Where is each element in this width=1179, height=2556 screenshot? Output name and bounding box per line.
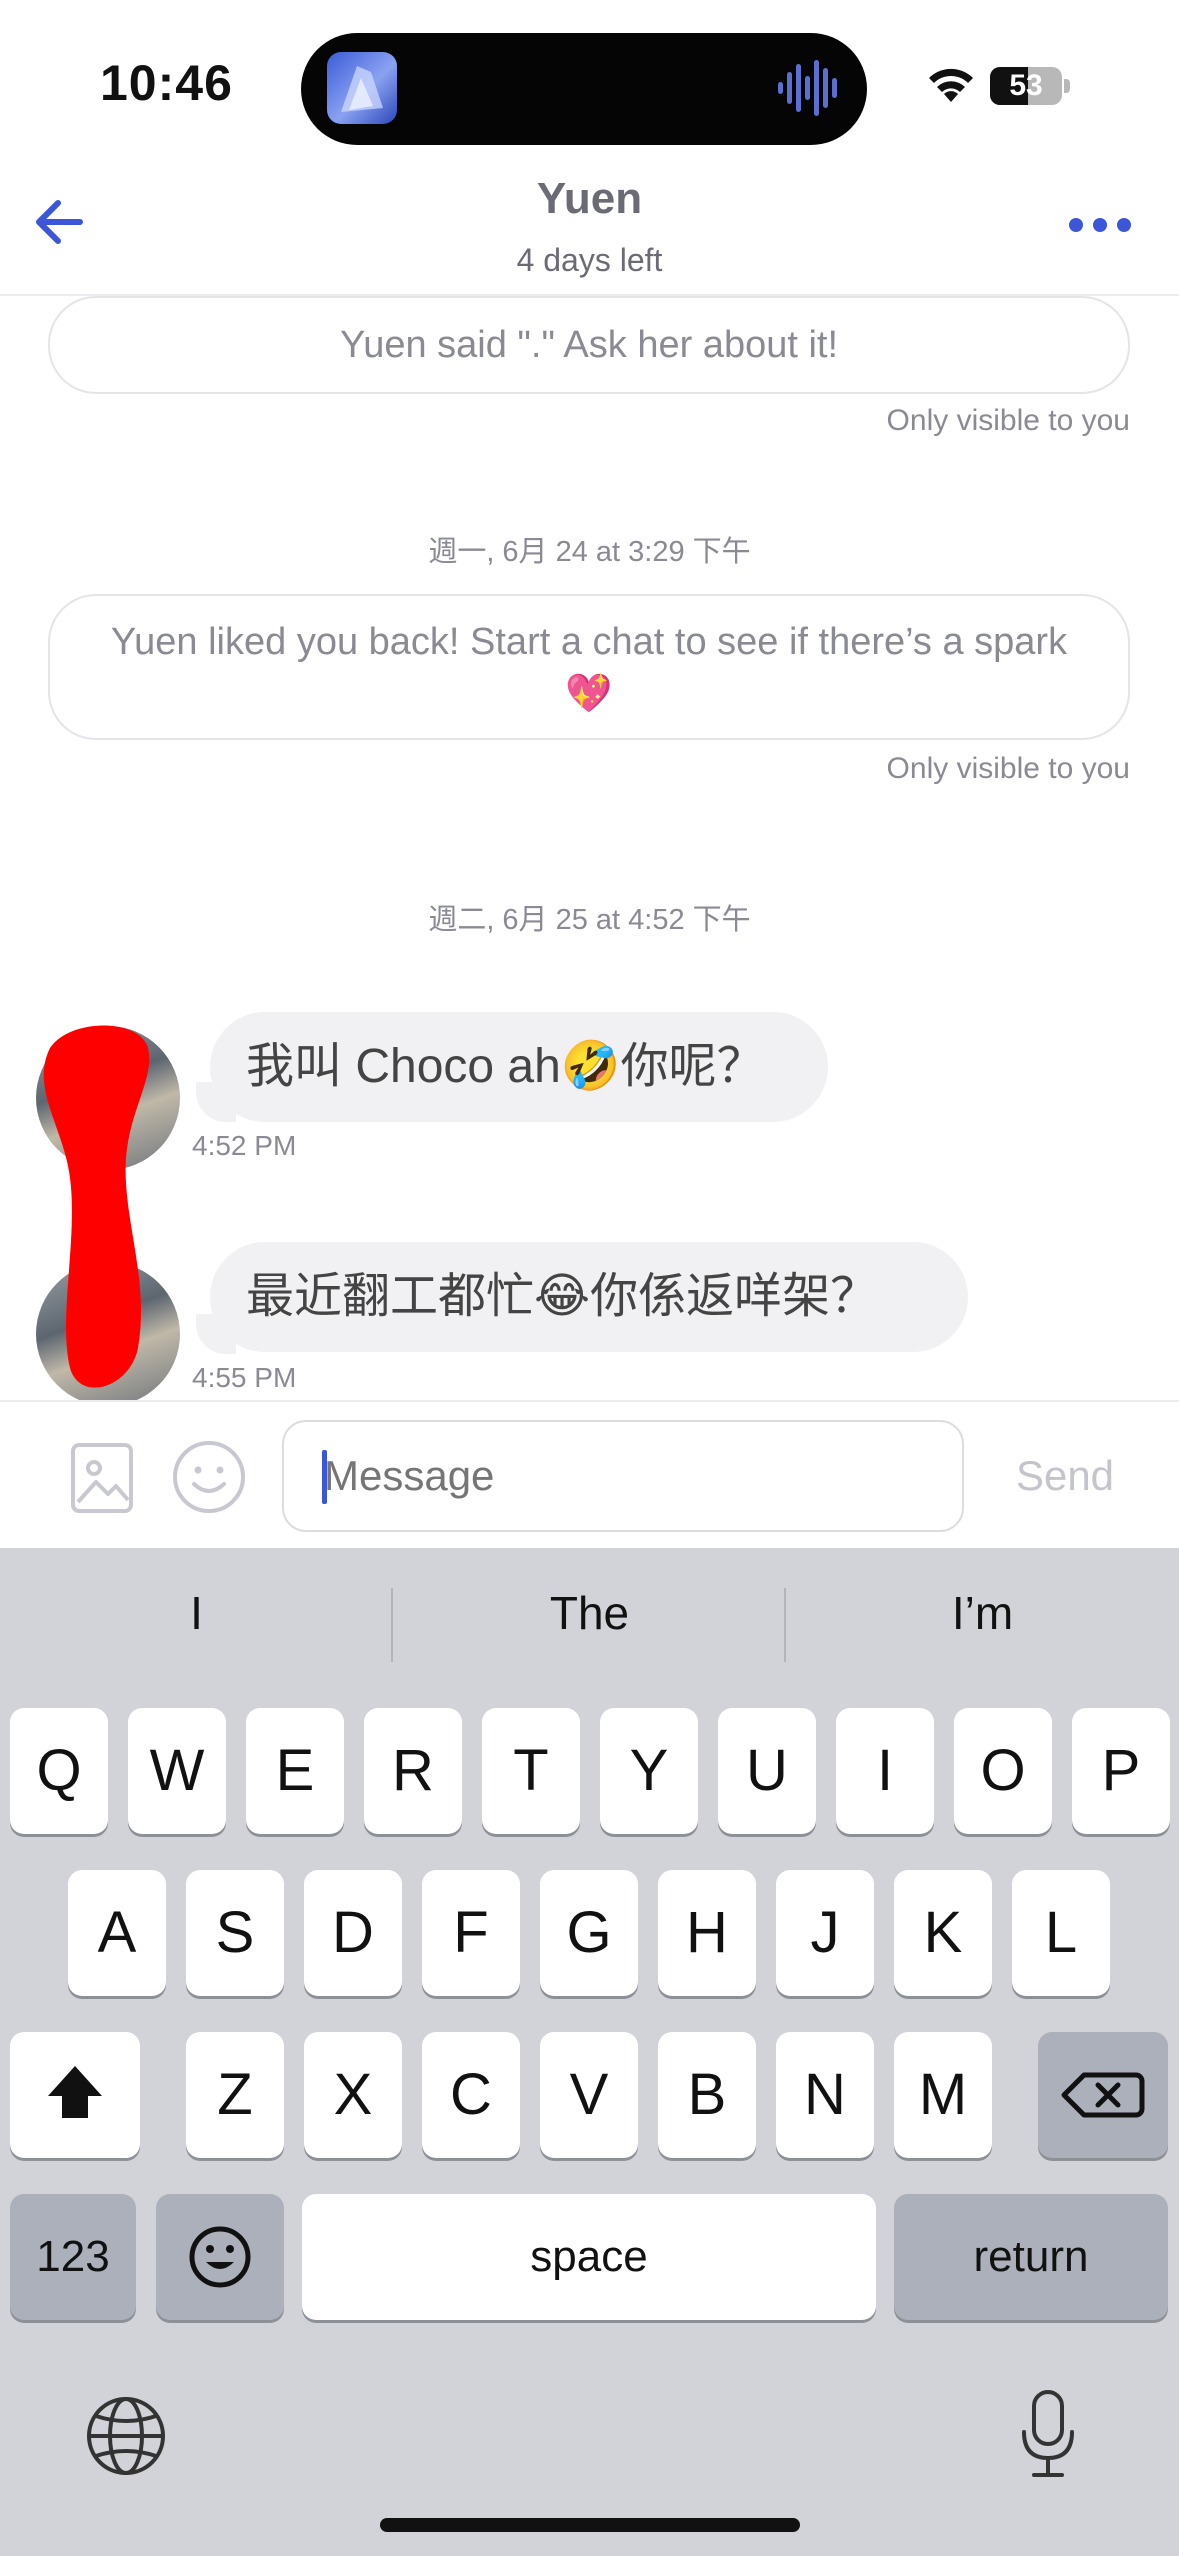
avatar[interactable] <box>36 1026 180 1170</box>
key-r[interactable]: R <box>364 1708 462 1834</box>
backspace-icon <box>1061 2072 1145 2118</box>
message-time: 4:52 PM <box>192 1130 297 1161</box>
message-bubble[interactable]: 最近翻工都忙😂你係返咩架？ <box>210 1242 968 1352</box>
key-x[interactable]: X <box>304 2032 402 2158</box>
battery-level: 53 <box>1009 69 1043 102</box>
system-notice: Yuen said "." Ask her about it! <box>48 296 1130 394</box>
shift-key[interactable] <box>10 2032 140 2158</box>
key-m[interactable]: M <box>894 2032 992 2158</box>
status-time: 10:46 <box>100 55 233 111</box>
key-h[interactable]: H <box>658 1870 756 1996</box>
emoji-key-icon <box>189 2226 251 2288</box>
key-n[interactable]: N <box>776 2032 874 2158</box>
key-g[interactable]: G <box>540 1870 638 1996</box>
key-a[interactable]: A <box>68 1870 166 1996</box>
days-left-label: 4 days left <box>516 242 663 278</box>
image-icon[interactable] <box>70 1442 134 1514</box>
key-y[interactable]: Y <box>600 1708 698 1834</box>
home-indicator[interactable] <box>380 2518 800 2532</box>
contact-name[interactable]: Yuen <box>0 174 1179 224</box>
message-bubble[interactable]: 我叫 Choco ah🤣你呢？ <box>210 1012 828 1122</box>
battery-cap <box>1064 79 1070 93</box>
key-d[interactable]: D <box>304 1870 402 1996</box>
space-key[interactable]: space <box>302 2194 876 2320</box>
backspace-key[interactable] <box>1038 2032 1168 2158</box>
keyboard: I The I’m Q W E R T Y U I O P A S D F G … <box>0 1548 1179 2556</box>
return-key[interactable]: return <box>894 2194 1168 2320</box>
suggestion[interactable]: I <box>0 1586 393 1640</box>
key-s[interactable]: S <box>186 1870 284 1996</box>
status-bar: 10:46 53 <box>0 0 1179 170</box>
key-c[interactable]: C <box>422 2032 520 2158</box>
predictive-bar: I The I’m <box>0 1548 1179 1698</box>
key-f[interactable]: F <box>422 1870 520 1996</box>
now-playing-artwork[interactable] <box>327 52 397 124</box>
key-l[interactable]: L <box>1012 1870 1110 1996</box>
key-q[interactable]: Q <box>10 1708 108 1834</box>
key-b[interactable]: B <box>658 2032 756 2158</box>
key-i[interactable]: I <box>836 1708 934 1834</box>
key-t[interactable]: T <box>482 1708 580 1834</box>
avatar[interactable] <box>36 1262 180 1406</box>
suggestion[interactable]: The <box>393 1586 786 1640</box>
smiley-icon[interactable] <box>172 1440 246 1514</box>
visibility-note: Only visible to you <box>886 752 1130 785</box>
key-u[interactable]: U <box>718 1708 816 1834</box>
battery-icon: 53 <box>990 67 1062 105</box>
suggestion[interactable]: I’m <box>786 1586 1179 1640</box>
key-k[interactable]: K <box>894 1870 992 1996</box>
date-separator: 週一, 6月 24 at 3:29 下午 <box>428 536 751 568</box>
key-e[interactable]: E <box>246 1708 344 1834</box>
audio-waveform-icon <box>778 60 837 116</box>
message-input[interactable] <box>282 1420 964 1532</box>
text-cursor <box>322 1450 327 1504</box>
key-j[interactable]: J <box>776 1870 874 1996</box>
microphone-icon[interactable] <box>1016 2388 1080 2480</box>
message-composer: Send <box>0 1400 1179 1548</box>
send-button[interactable]: Send <box>990 1440 1140 1512</box>
key-p[interactable]: P <box>1072 1708 1170 1834</box>
key-w[interactable]: W <box>128 1708 226 1834</box>
visibility-note: Only visible to you <box>886 404 1130 437</box>
wifi-icon <box>929 68 973 102</box>
numbers-key[interactable]: 123 <box>10 2194 136 2320</box>
shift-icon <box>48 2066 102 2118</box>
chat-header: Yuen 4 days left <box>0 170 1179 296</box>
globe-icon[interactable] <box>84 2394 168 2478</box>
key-v[interactable]: V <box>540 2032 638 2158</box>
date-separator: 週二, 6月 25 at 4:52 下午 <box>428 904 751 936</box>
key-z[interactable]: Z <box>186 2032 284 2158</box>
more-dots-icon[interactable] <box>1060 200 1140 250</box>
emoji-key[interactable] <box>156 2194 284 2320</box>
system-notice: Yuen liked you back! Start a chat to see… <box>48 594 1130 740</box>
key-o[interactable]: O <box>954 1708 1052 1834</box>
message-time: 4:55 PM <box>192 1362 297 1393</box>
